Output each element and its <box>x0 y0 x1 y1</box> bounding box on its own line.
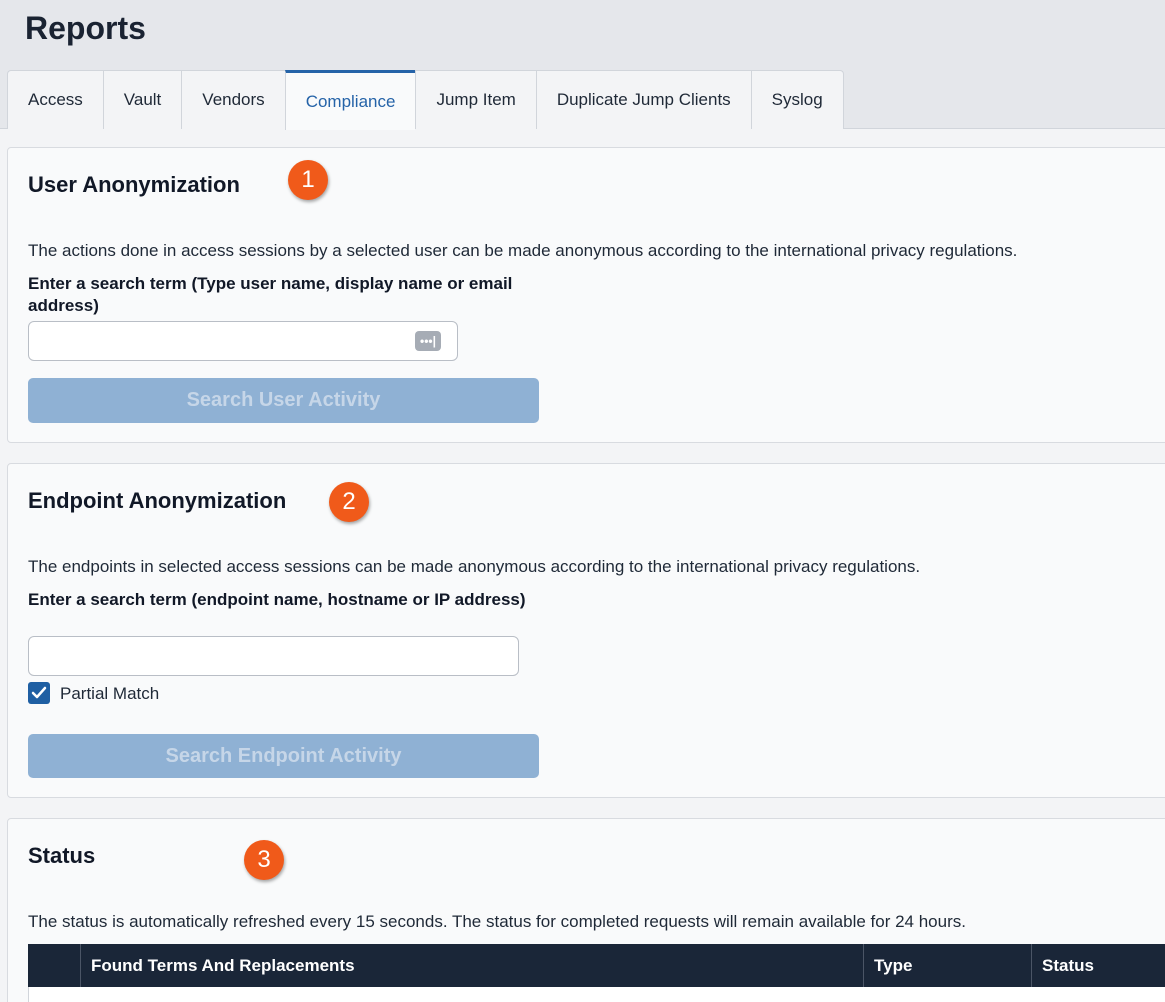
status-table-header: Found Terms And Replacements Type Status <box>28 944 1165 987</box>
search-user-activity-button[interactable]: Search User Activity <box>28 378 539 423</box>
partial-match-label: Partial Match <box>60 684 160 703</box>
page-title: Reports <box>25 10 146 46</box>
column-header-type[interactable]: Type <box>864 944 1032 987</box>
checkmark-icon <box>31 686 47 699</box>
tab-access[interactable]: Access <box>7 70 103 129</box>
endpoint-anonymization-description: The endpoints in selected access session… <box>28 557 921 576</box>
status-panel: Status 3 The status is automatically ref… <box>7 818 1165 1002</box>
callout-badge-1: 1 <box>288 160 328 200</box>
partial-match-checkbox[interactable] <box>28 682 50 704</box>
status-table-body <box>28 987 1165 1002</box>
tab-jump-item[interactable]: Jump Item <box>415 70 536 129</box>
user-anonymization-title: User Anonymization <box>28 172 240 197</box>
callout-badge-2: 2 <box>329 482 369 522</box>
tab-duplicate-jump-clients[interactable]: Duplicate Jump Clients <box>535 70 751 129</box>
status-description: The status is automatically refreshed ev… <box>28 912 966 931</box>
user-search-input[interactable]: •••| <box>28 321 458 361</box>
user-anonymization-description: The actions done in access sessions by a… <box>28 241 1018 260</box>
endpoint-search-input[interactable] <box>28 636 519 676</box>
tab-compliance[interactable]: Compliance <box>284 70 416 130</box>
tab-syslog[interactable]: Syslog <box>750 70 844 129</box>
column-header-status[interactable]: Status <box>1032 944 1165 987</box>
column-header-found-terms[interactable]: Found Terms And Replacements <box>81 944 864 987</box>
tab-vendors[interactable]: Vendors <box>181 70 285 129</box>
search-endpoint-activity-button[interactable]: Search Endpoint Activity <box>28 734 539 778</box>
user-search-label: Enter a search term (Type user name, dis… <box>28 274 513 315</box>
endpoint-anonymization-title: Endpoint Anonymization <box>28 488 287 513</box>
callout-badge-3: 3 <box>244 840 284 880</box>
tab-vault[interactable]: Vault <box>102 70 182 129</box>
column-header-select[interactable] <box>28 944 81 987</box>
page-header: Reports Access Vault Vendors Compliance … <box>0 0 1165 130</box>
password-manager-dots-icon[interactable]: •••| <box>415 331 441 351</box>
report-tabs: Access Vault Vendors Compliance Jump Ite… <box>7 70 844 130</box>
status-title: Status <box>28 843 96 868</box>
endpoint-search-label: Enter a search term (endpoint name, host… <box>28 590 526 609</box>
endpoint-anonymization-panel: Endpoint Anonymization 2 The endpoints i… <box>7 463 1165 798</box>
user-anonymization-panel: User Anonymization 1 The actions done in… <box>7 147 1165 443</box>
